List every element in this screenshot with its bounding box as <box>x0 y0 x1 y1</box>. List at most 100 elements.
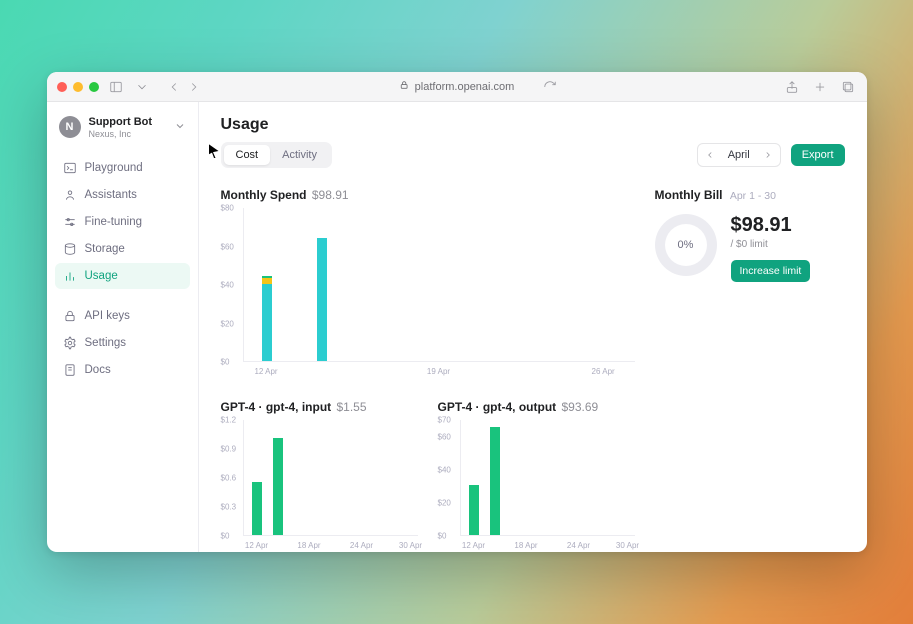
sidebar-item-settings[interactable]: Settings <box>55 330 190 356</box>
sidebar-item-fine-tuning[interactable]: Fine-tuning <box>55 209 190 235</box>
x-tick: 24 Apr <box>350 541 373 550</box>
chart-title-amount: $1.55 <box>337 400 367 414</box>
lock-icon <box>399 80 409 93</box>
gpt4-input-chart: $1.2 $0.9 $0.6 $0.3 $0 <box>221 420 418 550</box>
sliders-icon <box>63 215 77 229</box>
tabs-overview-icon[interactable] <box>839 78 857 96</box>
sidebar-toggle-icon[interactable] <box>107 78 125 96</box>
x-tick: 18 Apr <box>514 541 537 550</box>
sidebar-item-docs[interactable]: Docs <box>55 357 190 383</box>
x-tick: 30 Apr <box>399 541 422 550</box>
sidebar-item-storage[interactable]: Storage <box>55 236 190 262</box>
url-bar[interactable]: platform.openai.com <box>399 80 515 93</box>
tabs: Cost Activity <box>221 142 332 168</box>
close-window-icon[interactable] <box>57 82 67 92</box>
sidebar-item-label: Assistants <box>85 189 137 201</box>
export-button[interactable]: Export <box>791 144 845 166</box>
sidebar-item-playground[interactable]: Playground <box>55 155 190 181</box>
x-tick: 19 Apr <box>427 367 450 376</box>
y-tick: $40 <box>221 281 234 290</box>
browser-window: platform.openai.com N Support Bot Nexus,… <box>47 72 867 552</box>
page-title: Usage <box>221 116 845 134</box>
sidebar-item-assistants[interactable]: Assistants <box>55 182 190 208</box>
main-content: Usage Cost Activity April Export <box>199 102 867 552</box>
x-tick: 12 Apr <box>462 541 485 550</box>
y-tick: $60 <box>221 242 234 251</box>
share-icon[interactable] <box>783 78 801 96</box>
monthly-spend-chart: $80 $60 $40 $20 $0 <box>221 208 635 376</box>
sidebar-item-usage[interactable]: Usage <box>55 263 190 289</box>
org-avatar: N <box>59 116 81 138</box>
sidebar-item-label: Docs <box>85 364 111 376</box>
chevron-down-icon <box>174 120 186 135</box>
x-tick: 26 Apr <box>592 367 615 376</box>
new-tab-icon[interactable] <box>811 78 829 96</box>
doc-icon <box>63 363 77 377</box>
y-tick: $0 <box>221 532 230 541</box>
back-icon[interactable] <box>165 78 183 96</box>
gpt4-output-chart: $70 $60 $40 $20 $0 <box>438 420 635 550</box>
tab-cost[interactable]: Cost <box>224 145 271 165</box>
month-picker[interactable]: April <box>697 143 781 167</box>
minimize-window-icon[interactable] <box>73 82 83 92</box>
sidebar-item-label: Storage <box>85 243 125 255</box>
y-tick: $80 <box>221 204 234 213</box>
y-tick: $60 <box>438 432 451 441</box>
month-label: April <box>722 149 756 161</box>
y-tick: $0.3 <box>221 503 237 512</box>
window-controls <box>57 82 99 92</box>
sidebar-item-label: Playground <box>85 162 143 174</box>
chart-title-text: GPT-4 · gpt-4, input <box>221 400 332 414</box>
sidebar-item-label: API keys <box>85 310 130 322</box>
output-chart-title: GPT-4 · gpt-4, output $93.69 <box>438 400 635 414</box>
titlebar: platform.openai.com <box>47 72 867 102</box>
nav-group-primary: Playground Assistants Fine-tuning Storag… <box>55 155 190 289</box>
x-tick: 12 Apr <box>254 367 277 376</box>
org-subname: Nexus, Inc <box>89 129 166 139</box>
y-tick: $1.2 <box>221 416 237 425</box>
chart-title-amount: $93.69 <box>562 400 599 414</box>
sidebar-item-label: Settings <box>85 337 127 349</box>
y-tick: $0.9 <box>221 445 237 454</box>
tab-dropdown-icon[interactable] <box>133 78 151 96</box>
chart-title-text: GPT-4 · gpt-4, output <box>438 400 557 414</box>
sidebar-item-label: Fine-tuning <box>85 216 143 228</box>
bill-title-text: Monthly Bill <box>655 188 723 202</box>
y-tick: $20 <box>221 319 234 328</box>
url-text: platform.openai.com <box>415 81 515 93</box>
bar-chart-icon <box>63 269 77 283</box>
y-tick: $70 <box>438 416 451 425</box>
y-tick: $0 <box>221 358 230 367</box>
next-month-icon[interactable] <box>760 147 776 163</box>
forward-icon[interactable] <box>185 78 203 96</box>
bill-amount: $98.91 <box>731 214 811 237</box>
bill-date-range: Apr 1 - 30 <box>730 190 776 202</box>
zoom-window-icon[interactable] <box>89 82 99 92</box>
bot-icon <box>63 188 77 202</box>
lock-icon <box>63 309 77 323</box>
x-tick: 24 Apr <box>567 541 590 550</box>
org-switcher[interactable]: N Support Bot Nexus, Inc <box>55 114 190 141</box>
tab-row: Cost Activity April Export <box>221 142 845 168</box>
sidebar-item-label: Usage <box>85 270 118 282</box>
sidebar-item-api-keys[interactable]: API keys <box>55 303 190 329</box>
chart-title-text: Monthly Spend <box>221 188 307 202</box>
usage-donut: 0% <box>655 214 717 276</box>
chart-title-amount: $98.91 <box>312 188 349 202</box>
y-tick: $20 <box>438 498 451 507</box>
input-chart-title: GPT-4 · gpt-4, input $1.55 <box>221 400 418 414</box>
usage-percent: 0% <box>678 239 694 251</box>
reload-icon[interactable] <box>541 78 559 96</box>
y-tick: $0 <box>438 532 447 541</box>
monthly-bill-title: Monthly Bill Apr 1 - 30 <box>655 188 845 202</box>
database-icon <box>63 242 77 256</box>
org-name: Support Bot <box>89 116 166 129</box>
tab-activity[interactable]: Activity <box>270 145 329 165</box>
increase-limit-button[interactable]: Increase limit <box>731 260 811 282</box>
prev-month-icon[interactable] <box>702 147 718 163</box>
sidebar: N Support Bot Nexus, Inc Playground Assi… <box>47 102 199 552</box>
gear-icon <box>63 336 77 350</box>
terminal-icon <box>63 161 77 175</box>
bill-limit-text: / $0 limit <box>731 239 811 250</box>
nav-group-secondary: API keys Settings Docs <box>55 303 190 383</box>
